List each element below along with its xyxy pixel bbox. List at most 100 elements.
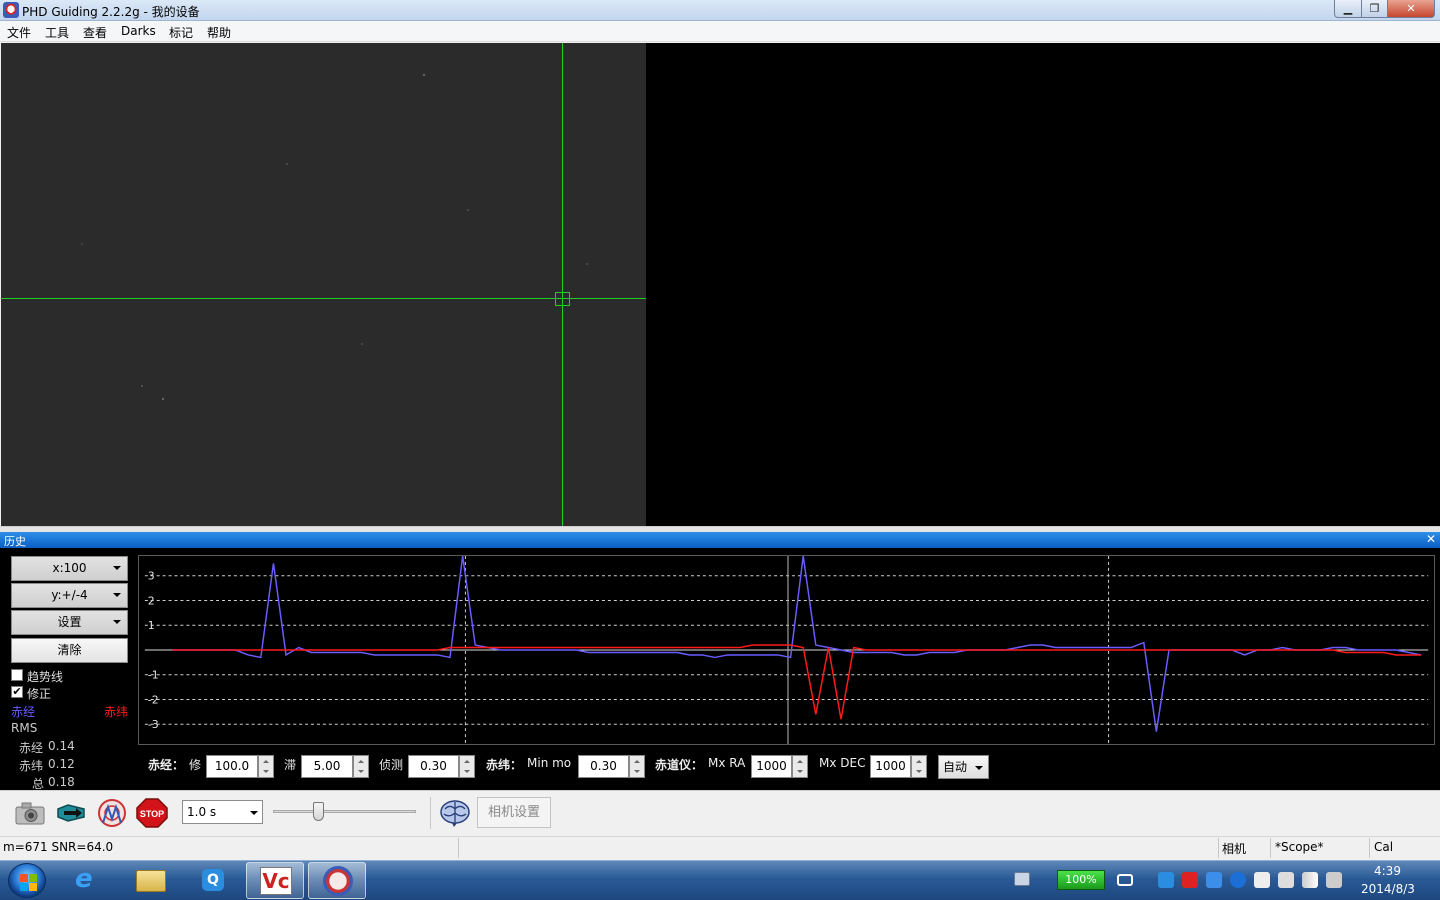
dec-legend: 赤纬 bbox=[104, 705, 129, 719]
y-scale-dropdown[interactable]: y:+/-4 bbox=[11, 583, 128, 608]
exposure-value: 1.0 s bbox=[187, 805, 217, 819]
empty-view-area bbox=[646, 43, 1440, 526]
clock-date[interactable]: 2014/8/3 bbox=[1361, 882, 1415, 896]
menu-file[interactable]: 文件 bbox=[7, 24, 31, 41]
status-camera: 相机 bbox=[1222, 842, 1247, 856]
status-divider bbox=[1270, 838, 1271, 858]
exposure-dropdown[interactable]: 1.0 s bbox=[182, 800, 263, 824]
network-icon[interactable] bbox=[1302, 872, 1318, 888]
dropbox-tray-icon[interactable] bbox=[1206, 872, 1222, 888]
dec-min-move-spinner[interactable] bbox=[629, 755, 645, 778]
phd-app-icon bbox=[323, 866, 353, 896]
history-title: 历史 bbox=[4, 535, 26, 548]
menu-bookmarks[interactable]: 标记 bbox=[169, 24, 193, 41]
min-move-spinner[interactable] bbox=[459, 755, 475, 778]
guiding-history-graph: 3 2 1 -1 -2 -3 bbox=[138, 555, 1435, 745]
y-tick-label: -2 bbox=[148, 693, 159, 706]
ra-params-title: 赤经： bbox=[148, 758, 185, 772]
action-center-icon[interactable] bbox=[1326, 872, 1342, 888]
star bbox=[162, 398, 164, 400]
power-plug-icon[interactable] bbox=[1117, 874, 1133, 886]
taskbar-phd-guiding[interactable] bbox=[308, 862, 366, 899]
rms-ra-label: 赤经 bbox=[19, 741, 44, 755]
dec-mode-dropdown[interactable]: 自动 bbox=[938, 755, 989, 779]
stop-icon[interactable]: STOP bbox=[135, 797, 169, 829]
minimize-button[interactable]: ▁ bbox=[1334, 0, 1362, 18]
chevron-down-icon bbox=[250, 811, 258, 815]
camera-icon[interactable] bbox=[13, 797, 47, 829]
y-tick-label: 1 bbox=[148, 619, 155, 632]
taskbar-internet-explorer[interactable]: e bbox=[61, 862, 119, 899]
battery-indicator[interactable]: 100% bbox=[1057, 870, 1105, 890]
max-dec-input[interactable]: 1000 bbox=[870, 755, 911, 778]
min-move-input[interactable]: 0.30 bbox=[408, 755, 459, 778]
x-scale-label: x:100 bbox=[52, 561, 87, 575]
dec-params-title: 赤纬： bbox=[486, 758, 523, 772]
toolbar-separator bbox=[430, 797, 431, 829]
folder-icon bbox=[136, 870, 166, 892]
y-tick-label: 3 bbox=[148, 570, 155, 583]
guide-star-box bbox=[555, 292, 570, 306]
antivirus-tray-icon[interactable] bbox=[1182, 872, 1198, 888]
volume-icon[interactable] bbox=[1278, 872, 1294, 888]
min-move-label: 侦测 bbox=[379, 758, 404, 772]
menu-bar: 文件 工具 查看 Darks 标记 帮助 bbox=[0, 21, 1440, 42]
ra-hysteresis-input[interactable]: 5.00 bbox=[301, 755, 353, 778]
ra-aggressiveness-input[interactable]: 100.0 bbox=[206, 755, 258, 778]
menu-view[interactable]: 查看 bbox=[83, 24, 107, 41]
correction-label: 修正 bbox=[27, 687, 52, 701]
ra-legend: 赤经 bbox=[11, 705, 36, 719]
status-message: m=671 SNR=64.0 bbox=[3, 840, 114, 854]
history-close-icon[interactable]: ✕ bbox=[1426, 532, 1436, 546]
rms-dec-label: 赤纬 bbox=[19, 759, 44, 773]
star bbox=[467, 209, 469, 211]
start-button[interactable] bbox=[8, 863, 46, 898]
y-tick-label: -1 bbox=[148, 669, 159, 682]
update-tray-icon[interactable] bbox=[1230, 872, 1246, 888]
menu-tools[interactable]: 工具 bbox=[45, 24, 69, 41]
device-tray-icon[interactable] bbox=[1254, 872, 1270, 888]
close-button[interactable]: ✕ bbox=[1387, 0, 1435, 18]
maximize-button[interactable]: ❐ bbox=[1361, 0, 1388, 18]
star bbox=[361, 343, 363, 345]
gamma-slider-thumb[interactable] bbox=[313, 802, 324, 821]
gamma-slider-track[interactable] bbox=[273, 810, 416, 813]
trendline-checkbox[interactable] bbox=[11, 669, 23, 681]
camera-settings-button[interactable]: 相机设置 bbox=[477, 797, 551, 828]
history-settings-dropdown[interactable]: 设置 bbox=[11, 610, 128, 635]
ra-series-line bbox=[172, 556, 1422, 732]
max-ra-spinner[interactable] bbox=[792, 755, 808, 778]
status-scope: *Scope* bbox=[1275, 840, 1324, 854]
phd-app-icon bbox=[3, 2, 19, 18]
star bbox=[586, 263, 588, 265]
clock-time[interactable]: 4:39 bbox=[1374, 864, 1401, 878]
rms-total-value: 0.18 bbox=[48, 775, 75, 789]
dec-series-line bbox=[172, 644, 1422, 720]
taskbar-app-q[interactable]: Q bbox=[184, 862, 242, 899]
ra-aggressiveness-spinner[interactable] bbox=[258, 755, 274, 778]
x-scale-dropdown[interactable]: x:100 bbox=[11, 556, 128, 581]
menu-darks[interactable]: Darks bbox=[121, 24, 156, 38]
chat-tray-icon[interactable] bbox=[1158, 872, 1174, 888]
taskbar-file-explorer[interactable] bbox=[122, 862, 180, 899]
star bbox=[81, 243, 83, 245]
ra-aggressiveness-label: 修 bbox=[189, 758, 202, 772]
correction-checkbox[interactable]: ✔ bbox=[11, 686, 23, 698]
ra-hysteresis-spinner[interactable] bbox=[353, 755, 369, 778]
brain-icon[interactable] bbox=[438, 797, 472, 829]
phd-guide-icon[interactable] bbox=[95, 797, 129, 829]
star bbox=[286, 163, 288, 165]
max-ra-input[interactable]: 1000 bbox=[751, 755, 792, 778]
clear-button[interactable]: 清除 bbox=[11, 638, 128, 663]
chat-app-icon: Q bbox=[202, 869, 224, 891]
max-dec-spinner[interactable] bbox=[911, 755, 927, 778]
camera-image-view[interactable] bbox=[1, 43, 646, 526]
y-tick-label: -3 bbox=[148, 718, 159, 731]
y-tick-label: 2 bbox=[148, 594, 155, 607]
telescope-icon[interactable] bbox=[54, 797, 88, 829]
rms-dec-value: 0.12 bbox=[48, 757, 75, 771]
dec-min-move-input[interactable]: 0.30 bbox=[578, 755, 629, 778]
taskbar-vnc[interactable]: Vc bbox=[246, 862, 304, 899]
menu-help[interactable]: 帮助 bbox=[207, 24, 231, 41]
keyboard-icon[interactable] bbox=[1014, 872, 1030, 886]
